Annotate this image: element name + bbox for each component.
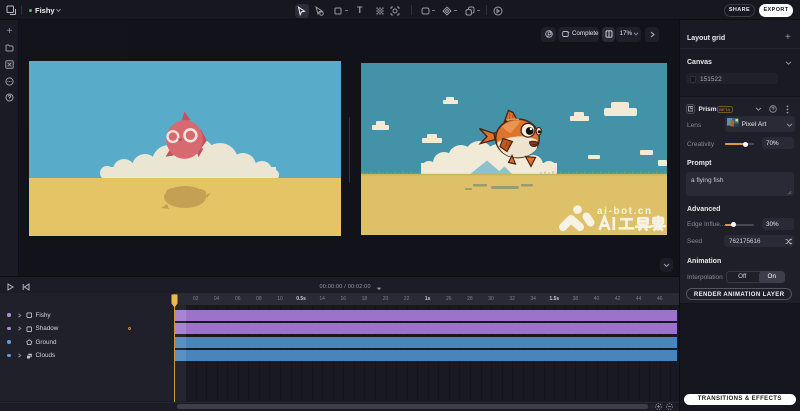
svg-text:ai-bot.cn: ai-bot.cn	[597, 206, 653, 217]
